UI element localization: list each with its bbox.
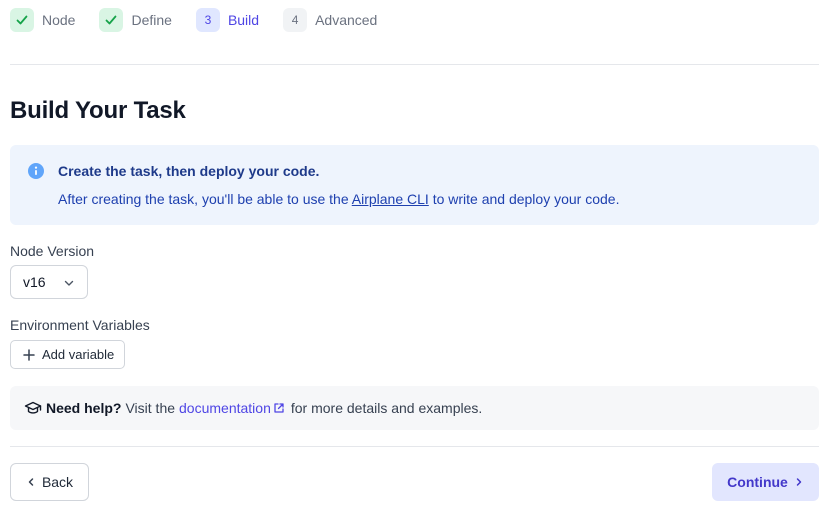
step-build[interactable]: 3 Build <box>195 8 260 32</box>
page-title: Build Your Task <box>10 97 186 124</box>
step-node-label: Node <box>42 12 76 28</box>
step-define-badge <box>99 8 124 32</box>
external-link-icon <box>274 403 284 413</box>
add-variable-button[interactable]: Add variable <box>10 340 125 369</box>
check-icon <box>16 15 28 25</box>
step-define-label: Define <box>131 12 172 28</box>
step-node-badge <box>10 8 34 32</box>
info-icon <box>28 163 44 179</box>
chevron-left-icon <box>28 478 34 486</box>
step-build-label: Build <box>227 12 260 28</box>
help-text-after: for more details and examples. <box>290 400 483 416</box>
step-build-badge: 3 <box>195 8 220 32</box>
check-icon <box>106 15 117 25</box>
node-version-select[interactable]: v16 <box>10 265 88 299</box>
plus-icon <box>23 348 35 361</box>
env-vars-label: Environment Variables <box>10 317 150 333</box>
help-text-before: Visit the <box>125 400 176 416</box>
step-define[interactable]: Define <box>99 8 172 32</box>
chevron-down-icon <box>64 280 74 286</box>
continue-button[interactable]: Continue <box>712 463 819 501</box>
info-text: After creating the task, you'll be able … <box>58 191 619 207</box>
wizard-stepper: Node Define 3 Build 4 Advanced <box>10 8 401 32</box>
node-version-value: v16 <box>23 274 46 290</box>
step-advanced-label: Advanced <box>315 12 378 28</box>
step-advanced-badge: 4 <box>283 8 308 32</box>
footer-divider <box>10 446 819 447</box>
info-callout: Create the task, then deploy your code. … <box>10 145 819 225</box>
help-heading: Need help? <box>46 400 122 416</box>
documentation-link[interactable]: documentation <box>179 400 271 416</box>
info-title: Create the task, then deploy your code. <box>58 163 320 179</box>
info-text-before: After creating the task, you'll be able … <box>58 191 349 207</box>
help-callout: Need help? Visit the documentation for m… <box>10 386 819 430</box>
chevron-right-icon <box>796 478 802 486</box>
step-node[interactable]: Node <box>10 8 75 32</box>
graduation-cap-icon <box>24 401 42 414</box>
back-button-label: Back <box>41 474 74 490</box>
node-version-label: Node Version <box>10 243 95 259</box>
add-variable-label: Add variable <box>42 347 115 362</box>
info-text-after: to write and deploy your code. <box>432 191 620 207</box>
back-button[interactable]: Back <box>10 463 89 501</box>
header-divider <box>10 64 819 65</box>
airplane-cli-link[interactable]: Airplane CLI <box>352 191 429 207</box>
continue-button-label: Continue <box>727 474 788 490</box>
step-advanced[interactable]: 4 Advanced <box>283 8 377 32</box>
